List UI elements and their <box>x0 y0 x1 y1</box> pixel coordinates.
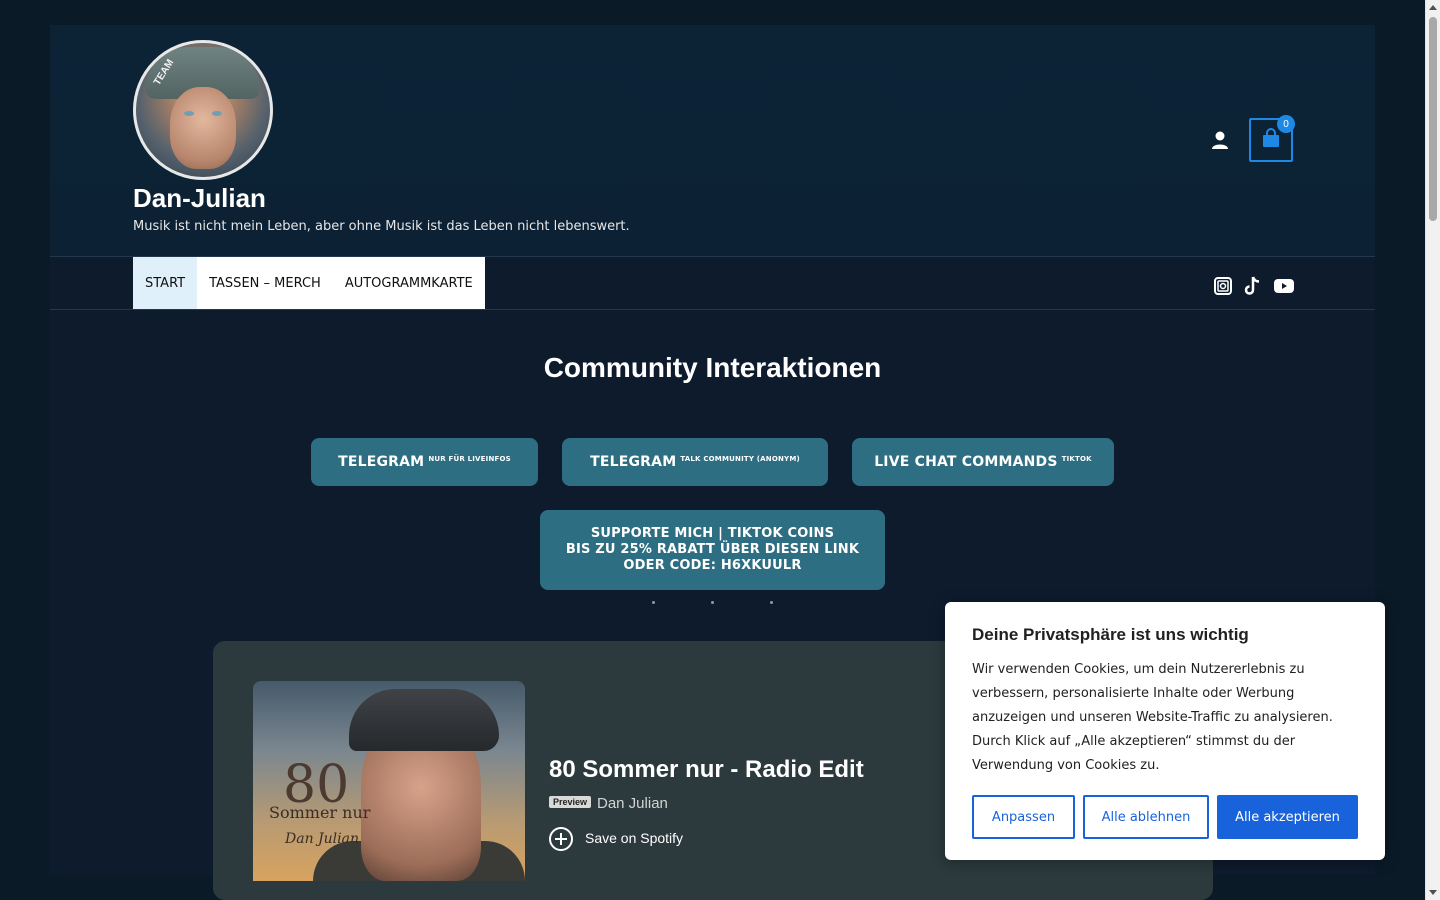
cart-count-badge: 0 <box>1277 115 1295 133</box>
artist-name[interactable]: Dan Julian <box>597 795 668 812</box>
accept-all-button[interactable]: Alle akzeptieren <box>1217 795 1358 839</box>
cookie-title: Deine Privatsphäre ist uns wichtig <box>972 625 1249 644</box>
vertical-scrollbar[interactable] <box>1425 0 1440 900</box>
separator-dot <box>770 601 773 604</box>
scroll-up-icon[interactable] <box>1429 5 1437 10</box>
main-menu: START TASSEN – MERCH AUTOGRAMMKARTE <box>133 257 485 309</box>
nav-item-tassen-merch[interactable]: TASSEN – MERCH <box>197 257 333 309</box>
separator-dot <box>711 601 714 604</box>
site-header: TEAM Dan-Julian Musik ist nicht mein Leb… <box>50 25 1375 257</box>
tiktok-icon[interactable] <box>1243 276 1263 296</box>
nav-item-start[interactable]: START <box>133 257 198 309</box>
add-circle-icon[interactable] <box>549 827 573 851</box>
site-logo[interactable]: TEAM <box>133 40 273 180</box>
cover-title: Sommer nur <box>269 803 371 822</box>
support-tiktok-coins-button[interactable]: SUPPORTE MICH | TIKTOK COINS BIS ZU 25% … <box>540 510 885 590</box>
cookie-consent-banner: Deine Privatsphäre ist uns wichtig Wir v… <box>945 602 1385 860</box>
user-icon[interactable] <box>1209 129 1231 151</box>
nav-item-autogrammkarte[interactable]: AUTOGRAMMKARTE <box>333 257 485 309</box>
track-title[interactable]: 80 Sommer nur - Radio Edit <box>549 756 864 784</box>
scrollbar-thumb[interactable] <box>1429 17 1437 221</box>
site-tagline: Musik ist nicht mein Leben, aber ohne Mu… <box>133 219 630 234</box>
album-cover[interactable]: 80 Sommer nur Dan Julian <box>253 681 525 881</box>
page-heading: Community Interaktionen <box>543 352 882 383</box>
nav-bar: START TASSEN – MERCH AUTOGRAMMKARTE <box>50 257 1375 310</box>
live-chat-commands-button[interactable]: LIVE CHAT COMMANDS TIKTOK <box>852 438 1114 486</box>
instagram-icon[interactable] <box>1213 276 1233 296</box>
shopping-bag-icon <box>1260 127 1282 153</box>
cookie-description: Wir verwenden Cookies, um dein Nutzererl… <box>972 662 1333 773</box>
save-on-spotify-button[interactable]: Save on Spotify <box>585 830 683 846</box>
telegram-community-button[interactable]: TELEGRAM TALK COMMUNITY (ANONYM) <box>562 438 828 486</box>
customize-button[interactable]: Anpassen <box>972 795 1075 839</box>
site-title[interactable]: Dan-Julian <box>133 183 266 214</box>
scroll-down-icon[interactable] <box>1429 890 1437 895</box>
telegram-liveinfos-button[interactable]: TELEGRAM NUR FÜR LIVEINFOS <box>311 438 538 486</box>
youtube-icon[interactable] <box>1274 276 1294 296</box>
cover-signature: Dan Julian <box>285 831 359 847</box>
reject-all-button[interactable]: Alle ablehnen <box>1083 795 1209 839</box>
separator-dot <box>652 601 655 604</box>
preview-badge: Preview <box>549 796 592 808</box>
